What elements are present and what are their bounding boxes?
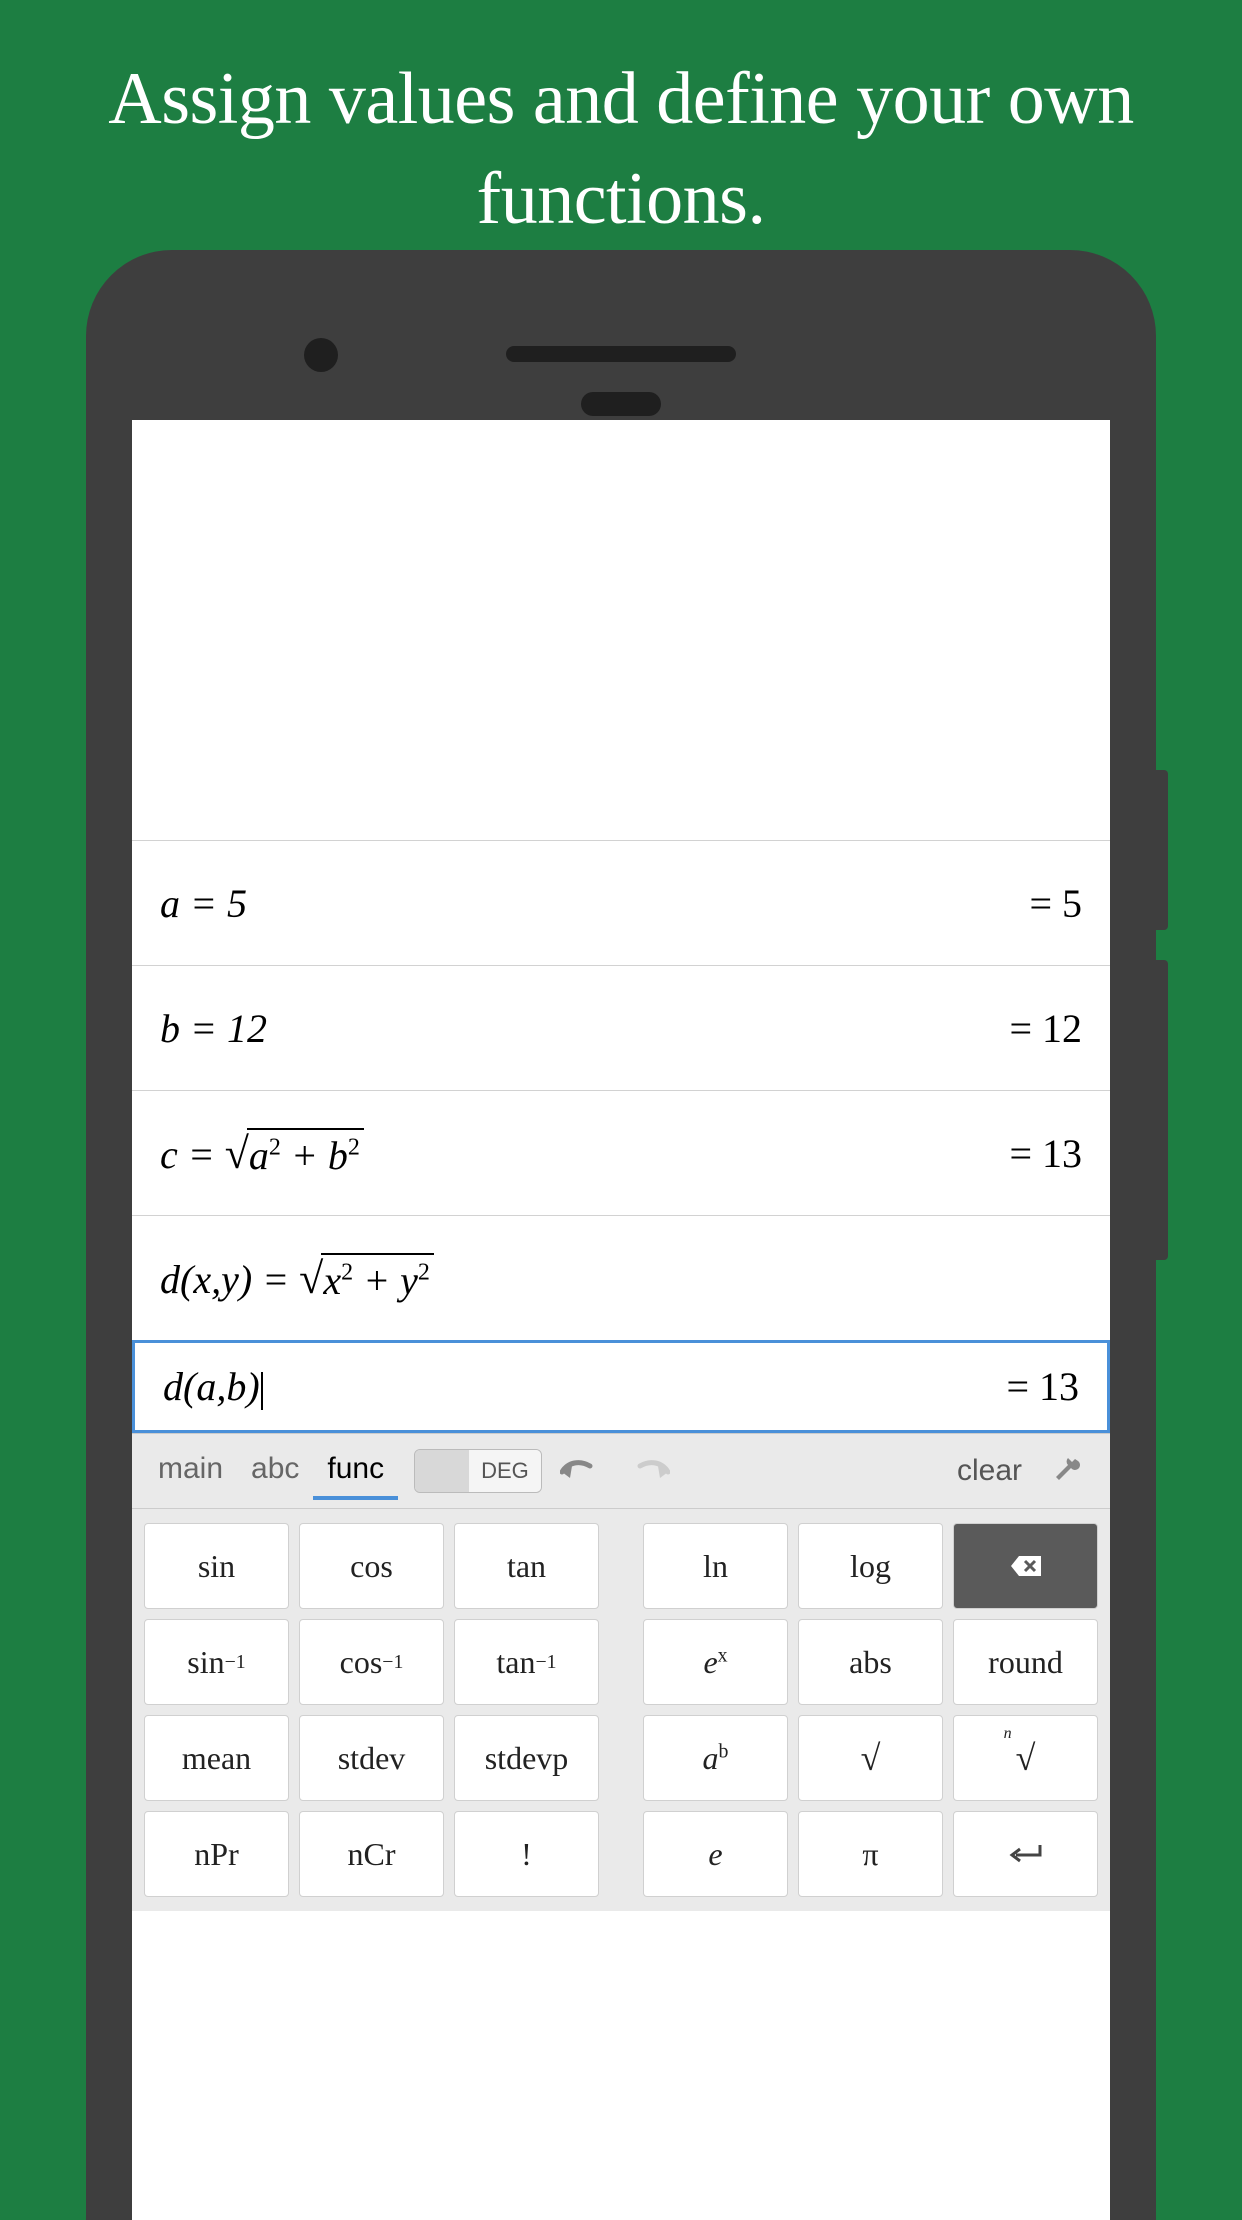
key-fn[interactable]: e	[643, 1811, 788, 1897]
key-fn[interactable]: ab	[643, 1715, 788, 1801]
key-fn[interactable]: tan−1	[454, 1619, 599, 1705]
history-row[interactable]: a = 5 = 5	[132, 840, 1110, 965]
clear-button[interactable]: clear	[947, 1454, 1032, 1488]
history-expression: b = 12	[160, 1005, 267, 1052]
settings-icon[interactable]	[1038, 1447, 1098, 1495]
key-log[interactable]: log	[798, 1523, 943, 1609]
key-stdevp[interactable]: stdevp	[454, 1715, 599, 1801]
key-tan[interactable]: tan	[454, 1523, 599, 1609]
key-nCr[interactable]: nCr	[299, 1811, 444, 1897]
key-abs[interactable]: abs	[798, 1619, 943, 1705]
key-fn[interactable]: n√	[953, 1715, 1098, 1801]
history-row[interactable]: b = 12 = 12	[132, 965, 1110, 1090]
history-row[interactable]: c = √a2 + b2 = 13	[132, 1090, 1110, 1215]
keypad: sincostanlnlog sin−1cos−1tan−1 exabsround m…	[132, 1509, 1110, 1911]
input-result: = 13	[1006, 1363, 1079, 1410]
key-nPr[interactable]: nPr	[144, 1811, 289, 1897]
phone-frame: a = 5 = 5 b = 12 = 12 c = √a2 + b2 = 13 d(x,y)…	[86, 250, 1156, 2220]
redo-icon[interactable]	[618, 1450, 682, 1492]
key-fn[interactable]: √	[798, 1715, 943, 1801]
key-fn[interactable]: cos−1	[299, 1619, 444, 1705]
keypad-tab-func[interactable]: func	[313, 1442, 398, 1500]
key-stdev[interactable]: stdev	[299, 1715, 444, 1801]
key-enter[interactable]	[953, 1811, 1098, 1897]
keypad-tab-abc[interactable]: abc	[237, 1442, 313, 1500]
app-screen: a = 5 = 5 b = 12 = 12 c = √a2 + b2 = 13 d(x,y)…	[132, 420, 1110, 2220]
history-result: = 5	[1029, 880, 1082, 927]
key-fn[interactable]: sin−1	[144, 1619, 289, 1705]
key-backspace[interactable]	[953, 1523, 1098, 1609]
angle-mode-toggle[interactable]: DEG	[414, 1449, 542, 1493]
key-π[interactable]: π	[798, 1811, 943, 1897]
key-cos[interactable]: cos	[299, 1523, 444, 1609]
history-list: a = 5 = 5 b = 12 = 12 c = √a2 + b2 = 13 d(x,y)…	[132, 420, 1110, 1340]
marketing-headline: Assign values and define your own functi…	[0, 0, 1242, 250]
history-expression: a = 5	[160, 880, 247, 927]
history-result: = 12	[1009, 1005, 1082, 1052]
input-expression[interactable]: d(a,b)	[163, 1363, 263, 1410]
keypad-toolbar: mainabcfunc DEG clear	[132, 1433, 1110, 1509]
key-![interactable]: !	[454, 1811, 599, 1897]
key-sin[interactable]: sin	[144, 1523, 289, 1609]
history-result: = 13	[1009, 1130, 1082, 1177]
key-round[interactable]: round	[953, 1619, 1098, 1705]
history-expression: c = √a2 + b2	[160, 1128, 364, 1179]
history-row[interactable]: d(x,y) = √x2 + y2	[132, 1215, 1110, 1340]
history-expression: d(x,y) = √x2 + y2	[160, 1253, 434, 1304]
undo-icon[interactable]	[548, 1450, 612, 1492]
keypad-tab-main[interactable]: main	[144, 1442, 237, 1500]
key-fn[interactable]: ex	[643, 1619, 788, 1705]
key-mean[interactable]: mean	[144, 1715, 289, 1801]
input-row[interactable]: d(a,b) = 13	[132, 1340, 1110, 1433]
key-ln[interactable]: ln	[643, 1523, 788, 1609]
